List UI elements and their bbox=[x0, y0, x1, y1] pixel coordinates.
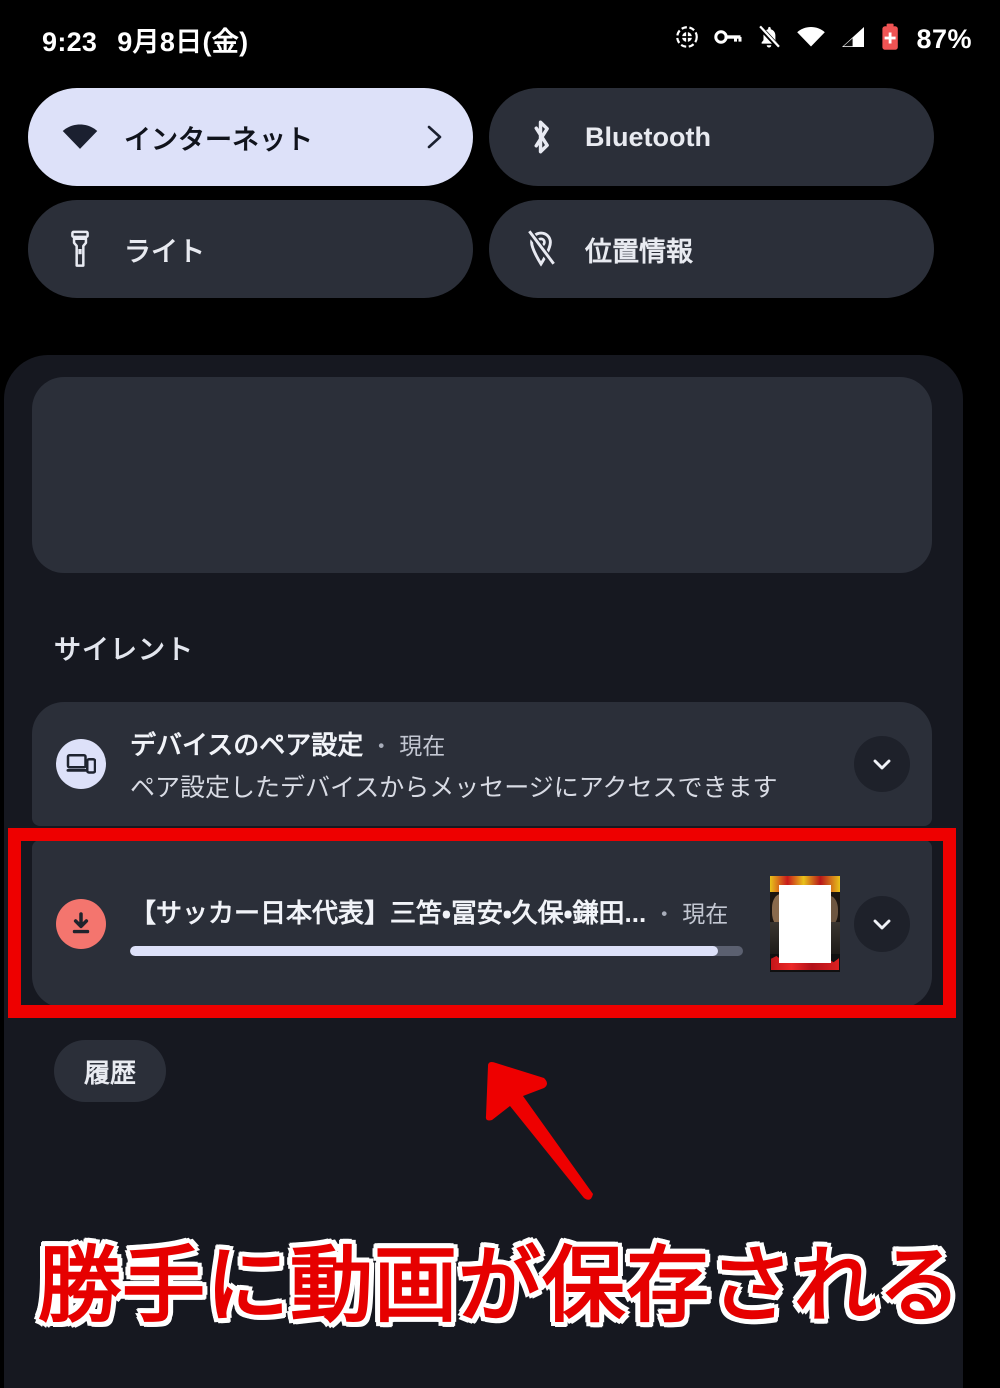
notification-body-text: ペア設定したデバイスからメッセージにアクセスできます bbox=[130, 773, 778, 802]
notification-title: デバイスのペア設定 bbox=[130, 729, 364, 760]
status-clock: 9:23 bbox=[42, 26, 98, 57]
qs-tile-internet[interactable]: インターネット bbox=[28, 88, 473, 186]
status-bar: 9:23 9月8日(金) 87% bbox=[0, 0, 1000, 78]
device-pairing-icon bbox=[56, 739, 106, 789]
battery-percentage: 87% bbox=[916, 23, 972, 54]
notification-separator: ・ bbox=[653, 901, 676, 927]
cellular-signal-icon bbox=[840, 25, 866, 54]
notification-thumbnail bbox=[770, 876, 840, 972]
redaction-overlay bbox=[779, 885, 831, 963]
notification-content: デバイスのペア設定 ・ 現在 ペア設定したデバイスからメッセージにアクセスできま… bbox=[130, 725, 840, 804]
battery-saver-icon bbox=[880, 23, 900, 56]
wifi-icon bbox=[796, 25, 826, 54]
wifi-icon bbox=[60, 117, 100, 157]
download-progress-fill bbox=[130, 945, 719, 956]
quick-settings-grid: インターネット Bluetooth ライト 位置情報 bbox=[28, 88, 934, 298]
notification-header-line: 【サッカー日本代表】三笘・冨安・久保・鎌田... ・ 現在 bbox=[130, 893, 756, 930]
location-active-icon bbox=[674, 24, 700, 55]
status-bar-icons: 87% bbox=[674, 23, 972, 56]
notification-history-button[interactable]: 履歴 bbox=[54, 1040, 167, 1102]
chevron-right-icon[interactable] bbox=[421, 124, 447, 150]
qs-tile-label: Bluetooth bbox=[585, 121, 711, 152]
notification-placeholder-card bbox=[32, 377, 932, 573]
status-date: 9月8日(金) bbox=[117, 26, 249, 57]
notification-row: デバイスのペア設定 ・ 現在 ペア設定したデバイスからメッセージにアクセスできま… bbox=[32, 702, 932, 826]
notification-row: 【サッカー日本代表】三笘・冨安・久保・鎌田... ・ 現在 bbox=[32, 840, 932, 1008]
notification-header-line: デバイスのペア設定 ・ 現在 bbox=[130, 725, 840, 762]
download-icon bbox=[56, 899, 106, 949]
qs-tile-flashlight[interactable]: ライト bbox=[28, 200, 473, 298]
location-off-icon bbox=[521, 229, 561, 269]
download-progress-bar bbox=[130, 945, 743, 956]
notification-content: 【サッカー日本代表】三笘・冨安・久保・鎌田... ・ 現在 bbox=[130, 893, 756, 956]
notification-title: 【サッカー日本代表】三笘・冨安・久保・鎌田... bbox=[130, 897, 647, 928]
notification-time: 現在 bbox=[399, 732, 446, 759]
qs-tile-bluetooth[interactable]: Bluetooth bbox=[489, 88, 934, 186]
notification-time: 現在 bbox=[682, 900, 729, 927]
qs-tile-label: 位置情報 bbox=[585, 236, 693, 267]
flashlight-icon bbox=[60, 229, 100, 269]
qs-tile-location[interactable]: 位置情報 bbox=[489, 200, 934, 298]
silent-section-header: サイレント bbox=[54, 635, 194, 665]
bluetooth-icon bbox=[521, 117, 561, 157]
qs-tile-label: インターネット bbox=[124, 124, 313, 155]
status-bar-left: 9:23 9月8日(金) bbox=[42, 20, 248, 59]
annotation-caption: 勝手に動画が保存される bbox=[38, 1239, 962, 1332]
vpn-key-icon bbox=[714, 24, 742, 55]
notifications-off-icon bbox=[756, 24, 782, 55]
notification-download[interactable]: 【サッカー日本代表】三笘・冨安・久保・鎌田... ・ 現在 bbox=[32, 840, 932, 1008]
chevron-down-icon[interactable] bbox=[854, 736, 910, 792]
chevron-down-icon[interactable] bbox=[854, 896, 910, 952]
qs-tile-label: ライト bbox=[124, 236, 205, 267]
notification-separator: ・ bbox=[370, 733, 393, 759]
notification-device-pairing[interactable]: デバイスのペア設定 ・ 現在 ペア設定したデバイスからメッセージにアクセスできま… bbox=[32, 702, 932, 826]
